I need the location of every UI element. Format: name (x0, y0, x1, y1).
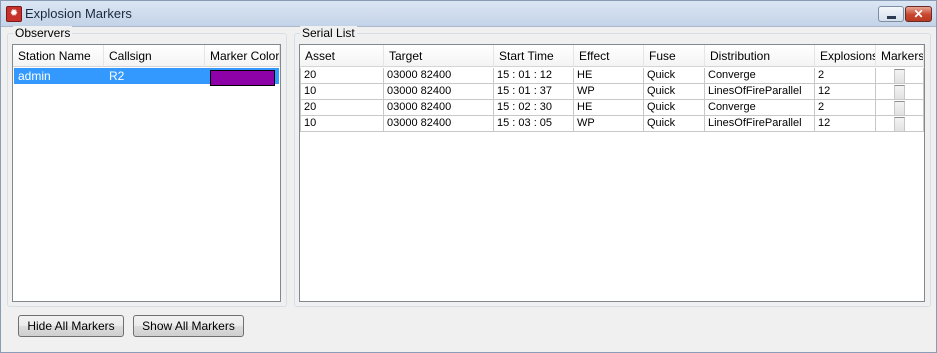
table-row[interactable]: 10 03000 82400 15 : 03 : 05 WP Quick Lin… (300, 116, 924, 132)
title-bar[interactable]: ✹ Explosion Markers ✕ (1, 1, 936, 27)
cell-effect: HE (574, 68, 644, 84)
column-header-effect[interactable]: Effect (574, 45, 644, 67)
cell-markers (876, 116, 924, 132)
close-button[interactable]: ✕ (905, 6, 932, 22)
column-header-asset[interactable]: Asset (300, 45, 384, 67)
column-header-callsign[interactable]: Callsign (104, 45, 205, 67)
markers-checkbox[interactable] (894, 101, 905, 115)
table-row[interactable]: 20 03000 82400 15 : 01 : 12 HE Quick Con… (300, 68, 924, 84)
column-header-start-time[interactable]: Start Time (494, 45, 574, 67)
marker-color-swatch[interactable] (210, 70, 275, 86)
cell-asset: 20 (300, 100, 384, 116)
cell-fuse: Quick (644, 116, 705, 132)
markers-checkbox[interactable] (894, 85, 905, 99)
explosion-markers-window: ✹ Explosion Markers ✕ Observers Station … (0, 0, 937, 353)
serial-list-body: 20 03000 82400 15 : 01 : 12 HE Quick Con… (300, 68, 924, 132)
cell-target: 03000 82400 (384, 116, 494, 132)
table-row[interactable]: 10 03000 82400 15 : 01 : 37 WP Quick Lin… (300, 84, 924, 100)
observer-station-name: admin (18, 69, 51, 83)
markers-checkbox[interactable] (894, 117, 905, 131)
cell-start-time: 15 : 03 : 05 (494, 116, 574, 132)
markers-checkbox[interactable] (894, 69, 905, 83)
cell-distribution: LinesOfFireParallel (705, 116, 815, 132)
cell-asset: 10 (300, 116, 384, 132)
minimize-icon (887, 16, 896, 19)
cell-explosions: 12 (815, 116, 876, 132)
cell-target: 03000 82400 (384, 68, 494, 84)
cell-asset: 20 (300, 68, 384, 84)
column-header-station-name[interactable]: Station Name (13, 45, 104, 67)
cell-fuse: Quick (644, 68, 705, 84)
cell-fuse: Quick (644, 84, 705, 100)
cell-effect: WP (574, 116, 644, 132)
observers-group-label: Observers (13, 26, 73, 40)
cell-target: 03000 82400 (384, 84, 494, 100)
serial-list-header: Asset Target Start Time Effect Fuse Dist… (300, 45, 924, 67)
cell-effect: HE (574, 100, 644, 116)
cell-target: 03000 82400 (384, 100, 494, 116)
cell-markers (876, 84, 924, 100)
column-header-distribution[interactable]: Distribution (705, 45, 815, 67)
minimize-button[interactable] (878, 6, 904, 22)
observer-marker-color (206, 68, 279, 86)
column-header-target[interactable]: Target (384, 45, 494, 67)
cell-distribution: Converge (705, 68, 815, 84)
cell-explosions: 12 (815, 84, 876, 100)
cell-distribution: LinesOfFireParallel (705, 84, 815, 100)
cell-start-time: 15 : 01 : 12 (494, 68, 574, 84)
cell-start-time: 15 : 01 : 37 (494, 84, 574, 100)
cell-explosions: 2 (815, 100, 876, 116)
cell-asset: 10 (300, 84, 384, 100)
column-header-markers[interactable]: Markers (876, 45, 924, 67)
cell-markers (876, 100, 924, 116)
observers-list[interactable]: Station Name Callsign Marker Color admin… (12, 44, 281, 302)
serial-list-table[interactable]: Asset Target Start Time Effect Fuse Dist… (299, 44, 925, 302)
cell-markers (876, 68, 924, 84)
cell-distribution: Converge (705, 100, 815, 116)
cell-effect: WP (574, 84, 644, 100)
observer-callsign: R2 (109, 69, 125, 83)
hide-all-markers-button[interactable]: Hide All Markers (18, 315, 124, 337)
window-title: Explosion Markers (25, 6, 132, 21)
serial-list-group-label: Serial List (300, 26, 357, 40)
show-all-markers-button[interactable]: Show All Markers (133, 315, 244, 337)
cell-start-time: 15 : 02 : 30 (494, 100, 574, 116)
table-row[interactable]: 20 03000 82400 15 : 02 : 30 HE Quick Con… (300, 100, 924, 116)
column-header-explosions[interactable]: Explosions (815, 45, 876, 67)
column-header-marker-color[interactable]: Marker Color (205, 45, 280, 67)
close-icon: ✕ (913, 7, 924, 21)
cell-explosions: 2 (815, 68, 876, 84)
cell-fuse: Quick (644, 100, 705, 116)
observers-header: Station Name Callsign Marker Color (13, 45, 280, 67)
observer-row[interactable]: admin R2 (14, 68, 279, 86)
column-header-fuse[interactable]: Fuse (644, 45, 705, 67)
app-icon: ✹ (6, 6, 22, 22)
